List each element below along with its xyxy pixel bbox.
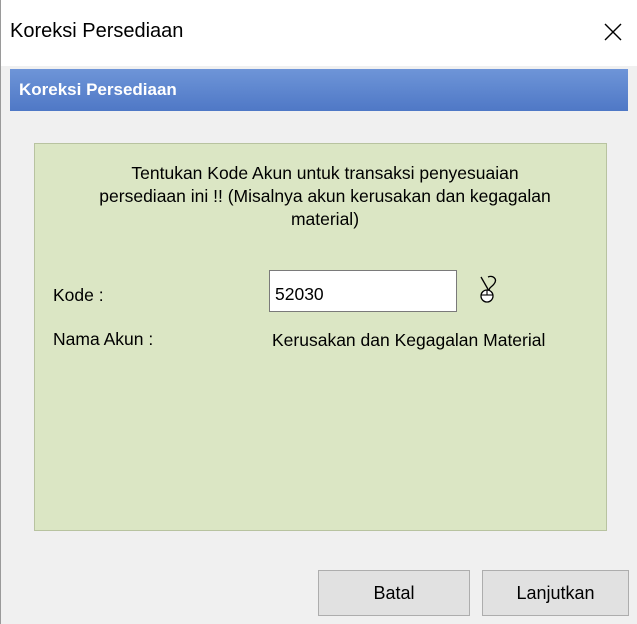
close-icon — [604, 23, 622, 41]
section-header: Koreksi Persediaan — [10, 69, 628, 111]
nama-akun-value: Kerusakan dan Kegagalan Material — [272, 330, 546, 350]
section-header-title: Koreksi Persediaan — [19, 80, 177, 99]
window-title: Koreksi Persediaan — [10, 20, 184, 42]
cancel-button[interactable]: Batal — [318, 570, 470, 616]
title-bar: Koreksi Persediaan — [1, 0, 637, 66]
mouse-pointer-lookup-icon — [480, 275, 497, 303]
close-button[interactable] — [589, 4, 637, 60]
nama-akun-label: Nama Akun : — [53, 329, 154, 349]
continue-button[interactable]: Lanjutkan — [482, 570, 629, 616]
dialog-window: Koreksi Persediaan Koreksi Persediaan Te… — [0, 0, 637, 624]
kode-label: Kode : — [53, 285, 104, 305]
instruction-text: Tentukan Kode Akun untuk transaksi penye… — [99, 163, 551, 229]
kode-input[interactable] — [269, 270, 457, 312]
form-panel: Tentukan Kode Akun untuk transaksi penye… — [34, 143, 607, 531]
account-lookup-button[interactable] — [475, 274, 501, 304]
